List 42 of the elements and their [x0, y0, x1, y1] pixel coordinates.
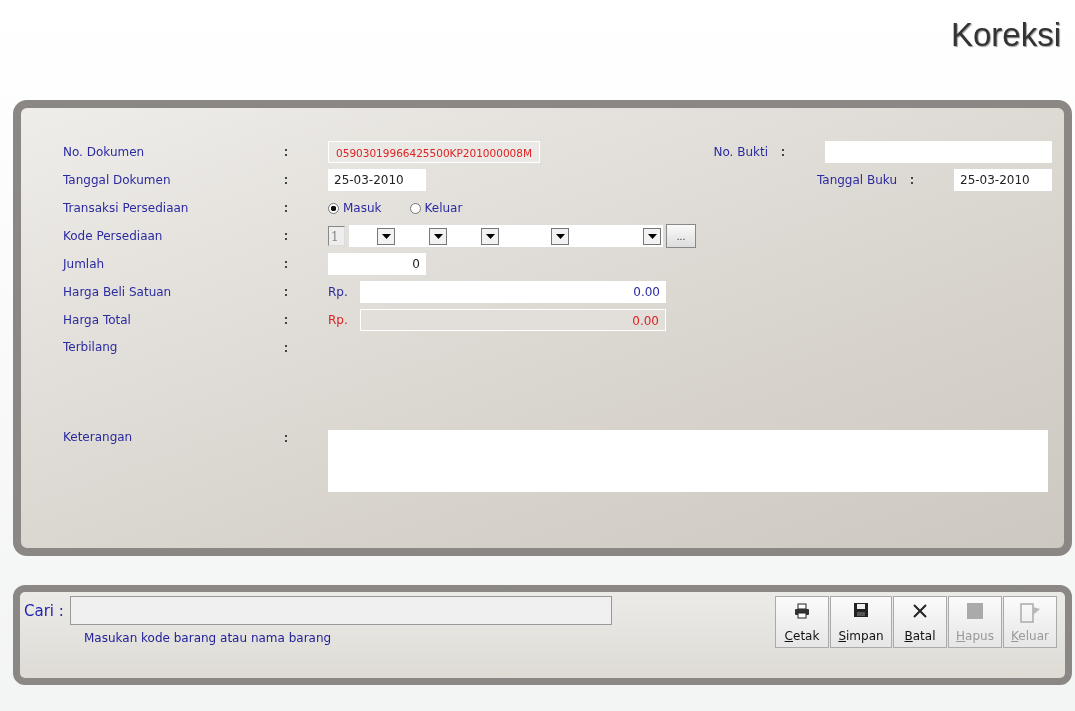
field-label: No. Bukti	[712, 145, 769, 159]
radio-label[interactable]: Masuk	[343, 201, 382, 215]
toolbar-button[interactable]: Batal	[893, 596, 947, 648]
document-number-field: 05903019966425500KP201000008M	[328, 141, 540, 163]
close-icon	[912, 603, 928, 619]
field-label: Tanggal Buku	[815, 173, 898, 187]
code-dropdown[interactable]	[571, 225, 663, 247]
currency-label: Rp.	[328, 285, 349, 299]
receipt-number-field[interactable]	[825, 141, 1052, 163]
toolbar-button[interactable]: Simpan	[830, 596, 892, 648]
date-field[interactable]: 25-03-2010	[328, 169, 426, 191]
date-field[interactable]: 25-03-2010	[954, 169, 1052, 191]
radio-button[interactable]	[328, 202, 339, 214]
field-label: Harga Total	[63, 313, 132, 327]
field-label: Keterangan	[63, 430, 134, 444]
radio-label[interactable]: Keluar	[424, 201, 463, 215]
browse-button[interactable]: ...	[666, 224, 696, 248]
code-dropdown[interactable]	[397, 225, 449, 247]
printer-icon	[794, 603, 810, 619]
search-hint: Masukan kode barang atau nama barang	[84, 631, 333, 645]
search-field[interactable]	[69, 596, 612, 625]
code-prefix-field: 1	[328, 226, 345, 246]
currency-label: Rp.	[328, 313, 349, 327]
code-dropdown[interactable]	[349, 225, 397, 247]
search-label: Cari :	[24, 601, 64, 620]
field-label: Harga Beli Satuan	[63, 285, 173, 299]
door-icon	[1019, 603, 1041, 623]
field-label: Tanggal Dokumen	[63, 173, 172, 187]
amount-field: 0.00	[360, 309, 666, 331]
quantity-field[interactable]: 0	[328, 253, 426, 275]
radio-button[interactable]	[409, 202, 421, 214]
field-label: Transaksi Persediaan	[63, 201, 190, 215]
field-label: No. Dokumen	[63, 145, 146, 159]
amount-field[interactable]: 0.00	[360, 281, 666, 303]
code-dropdown[interactable]	[501, 225, 571, 247]
notes-field[interactable]	[328, 430, 1048, 492]
field-label: Jumlah	[63, 257, 106, 271]
page-title: Koreksi	[950, 16, 1061, 54]
field-label: Kode Persediaan	[63, 229, 164, 243]
toolbar-button[interactable]: Cetak	[775, 596, 829, 648]
code-dropdown[interactable]	[449, 225, 501, 247]
field-label: Terbilang	[63, 340, 119, 354]
